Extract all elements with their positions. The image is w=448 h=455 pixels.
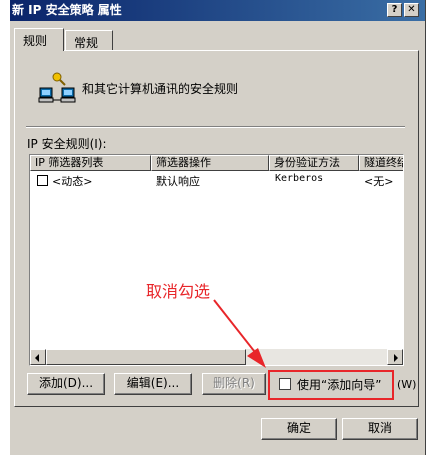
close-button[interactable]: ✕ — [404, 3, 419, 17]
column-header-filter-list[interactable]: IP 筛选器列表 — [30, 155, 151, 171]
cell-filter-action: 默认响应 — [156, 175, 200, 188]
help-button[interactable]: ? — [387, 3, 402, 17]
scroll-left-button[interactable] — [30, 349, 46, 365]
cell-auth-method: Kerberos — [275, 173, 324, 184]
network-computers-icon — [38, 72, 76, 103]
column-header-filter-action[interactable]: 筛选器操作 — [151, 155, 269, 171]
edit-button[interactable]: 编辑(E)... — [114, 373, 192, 395]
ok-button[interactable]: 确定 — [261, 418, 337, 440]
column-header-tunnel-endpoint[interactable]: 隧道终结点 — [359, 155, 403, 171]
use-wizard-label[interactable]: 使用“添加向导” — [297, 376, 381, 393]
horizontal-scrollbar[interactable] — [30, 349, 403, 365]
use-wizard-checkbox[interactable] — [279, 378, 291, 390]
cell-filter-list: <动态> — [52, 175, 93, 188]
window-title: 新 IP 安全策略 属性 — [12, 3, 122, 17]
tab-strip: 规则 常规 — [14, 28, 422, 51]
separator — [26, 126, 405, 128]
cancel-button[interactable]: 取消 — [342, 418, 418, 440]
remove-button[interactable]: 删除(R) — [202, 373, 266, 395]
arrow-left-icon — [35, 354, 39, 362]
rules-list-label: IP 安全规则(I): — [27, 137, 107, 151]
add-button[interactable]: 添加(D)... — [27, 373, 105, 395]
tab-general[interactable]: 常规 — [65, 30, 113, 50]
scroll-right-button[interactable] — [387, 349, 403, 365]
rules-listbox[interactable]: IP 筛选器列表 筛选器操作 身份验证方法 隧道终结点 <动态> 默认响应 Ke… — [29, 154, 404, 366]
use-wizard-accelerator: (W) — [397, 378, 417, 391]
table-row[interactable]: <动态> 默认响应 Kerberos <无> — [30, 172, 403, 188]
rule-checkbox[interactable] — [37, 175, 48, 186]
annotation-text: 取消勾选 — [146, 282, 211, 301]
cell-tunnel-endpoint: <无> — [364, 175, 394, 188]
rules-description: 和其它计算机通讯的安全规则 — [82, 82, 239, 96]
scroll-thumb[interactable] — [46, 349, 246, 365]
arrow-right-icon — [394, 354, 398, 362]
list-header: IP 筛选器列表 筛选器操作 身份验证方法 隧道终结点 — [30, 155, 403, 171]
column-header-auth-method[interactable]: 身份验证方法 — [269, 155, 359, 171]
tab-rules[interactable]: 规则 — [14, 28, 64, 51]
title-bar[interactable]: 新 IP 安全策略 属性 ? ✕ — [10, 0, 425, 21]
